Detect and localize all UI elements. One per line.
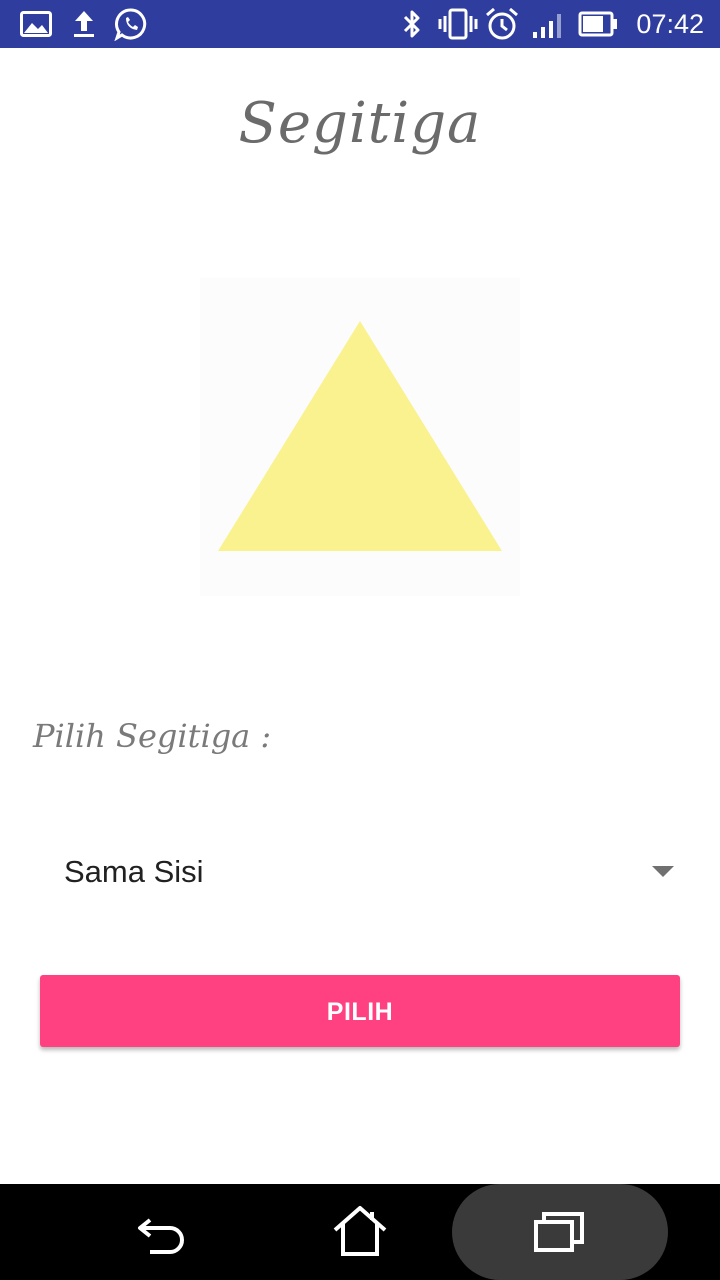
recents-icon — [534, 1212, 584, 1252]
home-button[interactable] — [320, 1184, 400, 1280]
page-title: Segitiga — [238, 91, 482, 156]
spinner-selected-value: Sama Sisi — [64, 854, 204, 889]
alarm-icon — [486, 7, 518, 40]
pilih-button[interactable]: PILIH — [40, 975, 680, 1047]
dropdown-arrow-icon — [652, 866, 674, 877]
triangle-image — [200, 278, 520, 596]
back-button[interactable] — [120, 1184, 200, 1280]
gallery-icon — [20, 11, 52, 37]
recents-button[interactable] — [452, 1184, 668, 1280]
triangle-type-spinner[interactable]: Sama Sisi — [40, 836, 684, 908]
home-icon — [333, 1206, 387, 1256]
vibrate-icon — [438, 8, 478, 40]
select-label: Pilih Segitiga : — [33, 717, 272, 755]
status-bar: 07:42 — [0, 0, 720, 48]
navigation-bar — [0, 1184, 720, 1280]
whatsapp-icon — [114, 8, 147, 41]
upload-icon — [74, 11, 94, 37]
triangle-icon — [218, 321, 502, 551]
bluetooth-icon — [403, 10, 420, 38]
signal-icon — [533, 14, 561, 38]
app-screen: 07:42 Segitiga Pilih Segitiga : Sama Sis… — [0, 0, 720, 1280]
back-icon — [138, 1218, 184, 1254]
status-time: 07:42 — [636, 9, 704, 39]
battery-icon — [578, 11, 617, 37]
